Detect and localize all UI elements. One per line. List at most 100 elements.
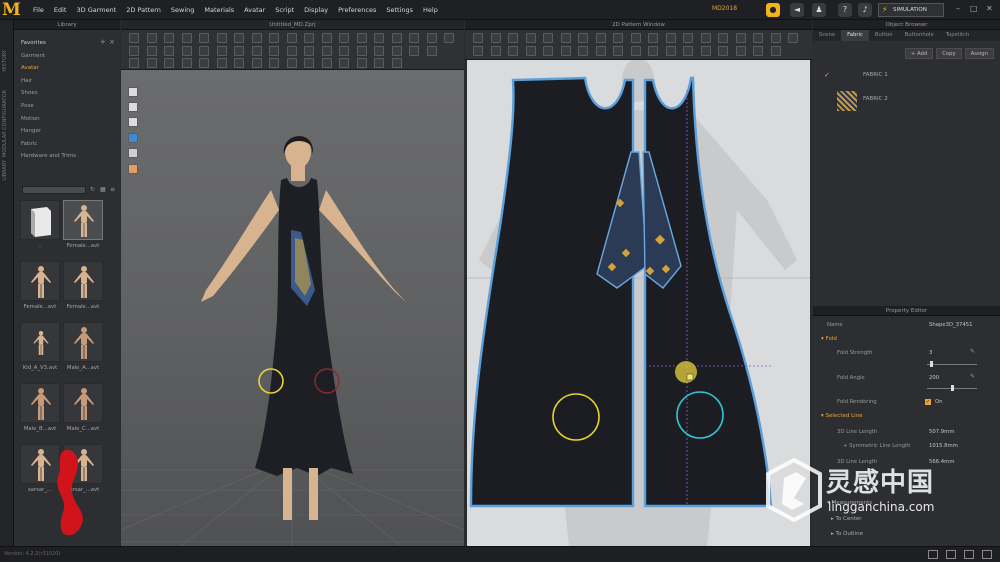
- 3d-tool-icon[interactable]: [391, 45, 402, 56]
- side-tab-modular[interactable]: MODULAR CONFIGURATOR: [2, 90, 8, 157]
- side-tab-library[interactable]: LIBRARY: [2, 160, 8, 181]
- 3d-tool-icon[interactable]: [391, 33, 402, 43]
- fold-strength-handle[interactable]: [930, 361, 933, 367]
- 2d-tool-icon[interactable]: [508, 33, 518, 43]
- library-thumb[interactable]: [20, 261, 60, 301]
- 2d-tool-icon[interactable]: [560, 46, 571, 56]
- 3d-tool-icon[interactable]: [199, 33, 209, 43]
- layout-triple-icon[interactable]: [964, 550, 974, 559]
- 3d-tool-icon[interactable]: [269, 45, 279, 56]
- 2d-tool-icon[interactable]: [770, 46, 781, 56]
- 2d-tool-icon[interactable]: [648, 46, 658, 56]
- 3d-tool-icon[interactable]: [251, 58, 262, 68]
- 3d-tool-icon[interactable]: [356, 45, 367, 56]
- fabric-item[interactable]: FABRIC 2: [813, 91, 1000, 116]
- to-center-row[interactable]: ▸ To Center: [831, 516, 862, 522]
- 3d-tool-icon[interactable]: [181, 45, 192, 56]
- library-thumb[interactable]: [63, 261, 103, 301]
- 3d-tool-icon[interactable]: [251, 33, 262, 43]
- 3d-tool-icon[interactable]: [234, 33, 244, 43]
- 2d-tool-icon[interactable]: [788, 33, 798, 43]
- skin-display-icon[interactable]: [128, 117, 138, 127]
- tab-scene[interactable]: Scene: [813, 30, 841, 41]
- menu-avatar[interactable]: Avatar: [239, 0, 270, 20]
- 3d-tool-icon[interactable]: [146, 33, 157, 43]
- 2d-tool-icon[interactable]: [630, 33, 641, 43]
- 3d-tool-icon[interactable]: [356, 58, 367, 68]
- fold-angle-handle[interactable]: [951, 385, 954, 391]
- 2d-tool-icon[interactable]: [560, 33, 571, 43]
- 3d-tool-icon[interactable]: [426, 33, 437, 43]
- simulation-button[interactable]: ⚡ SIMULATION: [878, 3, 944, 17]
- fold-strength-value[interactable]: 3: [929, 350, 932, 356]
- 3d-tool-icon[interactable]: [216, 33, 227, 43]
- 3d-tool-icon[interactable]: [339, 58, 349, 68]
- library-thumb[interactable]: [20, 200, 60, 240]
- 3d-tool-icon[interactable]: [269, 33, 279, 43]
- menu-3d-garment[interactable]: 3D Garment: [71, 0, 121, 20]
- 3d-tool-icon[interactable]: [321, 58, 332, 68]
- 3d-tool-icon[interactable]: [391, 58, 402, 68]
- library-thumb[interactable]: [20, 383, 60, 423]
- pick-icon[interactable]: ✎: [970, 348, 975, 355]
- 2d-tool-icon[interactable]: [525, 46, 536, 56]
- user-icon[interactable]: ♟: [812, 3, 826, 17]
- 3d-tool-icon[interactable]: [304, 33, 314, 43]
- 3d-tool-icon[interactable]: [181, 33, 192, 43]
- 3d-tool-icon[interactable]: [164, 33, 174, 43]
- 3d-tool-icon[interactable]: [304, 45, 314, 56]
- menu-edit[interactable]: Edit: [49, 0, 72, 20]
- 3d-tool-icon[interactable]: [409, 33, 419, 43]
- 3d-tool-icon[interactable]: [199, 58, 209, 68]
- menu-preferences[interactable]: Preferences: [333, 0, 381, 20]
- pick-icon[interactable]: ✎: [970, 373, 975, 380]
- 3d-tool-icon[interactable]: [129, 45, 139, 56]
- fold-angle-value[interactable]: 200: [929, 375, 939, 381]
- 2d-tool-icon[interactable]: [630, 46, 641, 56]
- 2d-tool-icon[interactable]: [718, 33, 728, 43]
- 2d-tool-icon[interactable]: [753, 33, 763, 43]
- 3d-tool-icon[interactable]: [216, 58, 227, 68]
- tab-button[interactable]: Button: [869, 30, 899, 41]
- layout-single-icon[interactable]: [928, 550, 938, 559]
- avatar-face-icon[interactable]: [128, 164, 138, 174]
- maximize-icon[interactable]: □: [970, 4, 978, 13]
- 3d-tool-icon[interactable]: [374, 58, 384, 68]
- 2d-tool-icon[interactable]: [770, 33, 781, 43]
- menu-file[interactable]: File: [28, 0, 49, 20]
- 3d-tool-icon[interactable]: [374, 45, 384, 56]
- layout-split-icon[interactable]: [946, 550, 956, 559]
- 3d-tool-icon[interactable]: [374, 33, 384, 43]
- fabric-item[interactable]: ✓ FABRIC 1: [813, 67, 1000, 92]
- 3d-tool-icon[interactable]: [129, 58, 139, 68]
- 3d-tool-icon[interactable]: [269, 58, 279, 68]
- 3d-tool-icon[interactable]: [444, 33, 454, 43]
- close-icon[interactable]: ✕: [986, 4, 993, 13]
- library-thumb[interactable]: [20, 322, 60, 362]
- 2d-tool-icon[interactable]: [595, 33, 606, 43]
- 2d-tool-icon[interactable]: [683, 33, 693, 43]
- 3d-tool-icon[interactable]: [426, 45, 437, 56]
- fold-rendering-checkbox[interactable]: ✓: [925, 399, 931, 405]
- library-thumb[interactable]: [63, 383, 103, 423]
- 3d-tool-icon[interactable]: [164, 58, 174, 68]
- menu-sewing[interactable]: Sewing: [166, 0, 200, 20]
- library-thumb[interactable]: [63, 322, 103, 362]
- 2d-tool-icon[interactable]: [543, 33, 553, 43]
- 2d-tool-icon[interactable]: [473, 46, 483, 56]
- 3d-tool-icon[interactable]: [251, 45, 262, 56]
- 2d-tool-icon[interactable]: [578, 46, 588, 56]
- 3d-tool-icon[interactable]: [304, 58, 314, 68]
- 3d-tool-icon[interactable]: [286, 45, 297, 56]
- 3d-tool-icon[interactable]: [356, 33, 367, 43]
- name-value[interactable]: Shape3D_37451: [929, 322, 973, 328]
- menu-materials[interactable]: Materials: [199, 0, 239, 20]
- 2d-tool-icon[interactable]: [595, 46, 606, 56]
- tab-topstitch[interactable]: Topstitch: [940, 30, 976, 41]
- 2d-tool-icon[interactable]: [665, 33, 676, 43]
- 3d-tool-icon[interactable]: [146, 58, 157, 68]
- minimize-icon[interactable]: –: [956, 4, 960, 13]
- fold-section[interactable]: ▾ Fold: [821, 336, 837, 342]
- 2d-tool-icon[interactable]: [700, 46, 711, 56]
- 3d-tool-icon[interactable]: [286, 33, 297, 43]
